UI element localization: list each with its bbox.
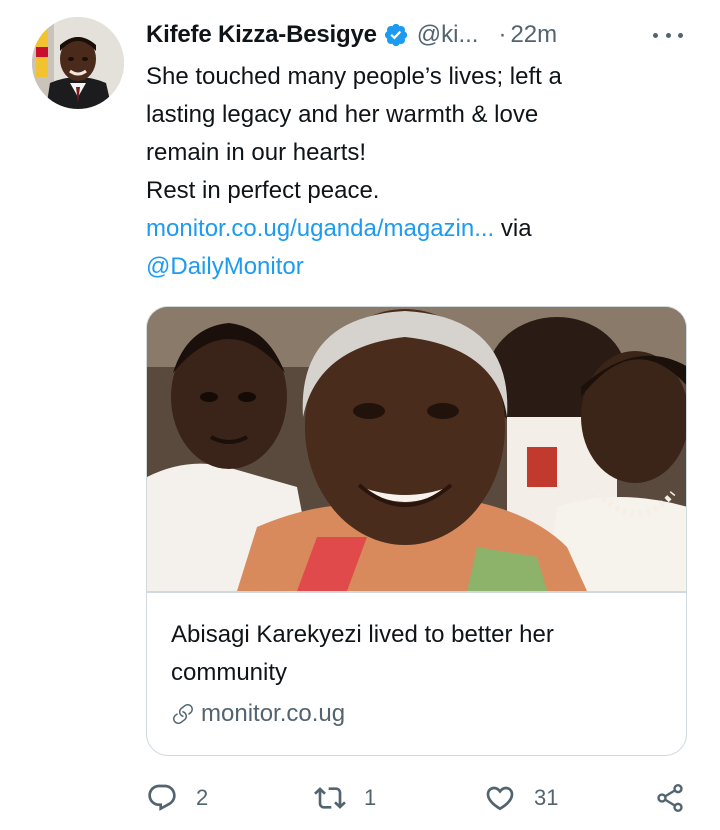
- share-icon: [657, 784, 683, 812]
- card-domain-text: monitor.co.ug: [201, 700, 346, 727]
- author-name[interactable]: Kifefe Kizza-Besigye: [146, 21, 377, 49]
- link-icon: [173, 704, 193, 725]
- card-title[interactable]: Abisagi Karekyezi lived to better her co…: [171, 616, 661, 692]
- tweet-text: She touched many people’s lives; left a …: [146, 58, 686, 286]
- article-link[interactable]: monitor.co.ug/uganda/magazin...: [146, 215, 494, 242]
- reply-count: 2: [196, 785, 209, 810]
- avatar[interactable]: [32, 17, 124, 109]
- card-domain[interactable]: monitor.co.ug: [171, 700, 345, 728]
- retweet-button[interactable]: 1: [314, 780, 376, 816]
- like-button[interactable]: 31: [484, 780, 558, 816]
- author-handle[interactable]: @ki...: [417, 21, 479, 49]
- separator-dot: ·: [498, 21, 507, 48]
- retweet-count: 1: [364, 785, 377, 810]
- mention-line: @DailyMonitor: [146, 248, 686, 286]
- timestamp[interactable]: 22m: [510, 21, 557, 49]
- tweet-header: Kifefe Kizza-Besigye @ki... · 22m: [146, 18, 691, 52]
- reply-button[interactable]: 2: [146, 780, 208, 816]
- retweet-icon: [314, 787, 346, 809]
- card-image[interactable]: [147, 307, 686, 591]
- verified-badge-icon: [384, 23, 407, 47]
- tweet-text-line: Rest in perfect peace.: [146, 177, 380, 204]
- reply-icon: [148, 784, 176, 811]
- more-icon[interactable]: [653, 22, 683, 48]
- tweet-text-line: lasting legacy and her warmth & love: [146, 101, 539, 128]
- card-divider: [147, 591, 686, 593]
- share-button[interactable]: [654, 780, 686, 816]
- like-count: 31: [534, 785, 559, 810]
- action-bar: 2 1 31: [146, 780, 691, 816]
- tweet-text-line: remain in our hearts!: [146, 139, 367, 166]
- tweet[interactable]: Kifefe Kizza-Besigye @ki... · 22m She to…: [0, 0, 720, 830]
- tweet-link-line: monitor.co.ug/uganda/magazin... via: [146, 210, 686, 248]
- tweet-text-line: She touched many people’s lives; left a: [146, 63, 562, 90]
- like-icon: [486, 786, 514, 811]
- link-card[interactable]: Abisagi Karekyezi lived to better her co…: [146, 306, 687, 756]
- via-text: via: [494, 215, 532, 242]
- mention-link[interactable]: @DailyMonitor: [146, 253, 304, 280]
